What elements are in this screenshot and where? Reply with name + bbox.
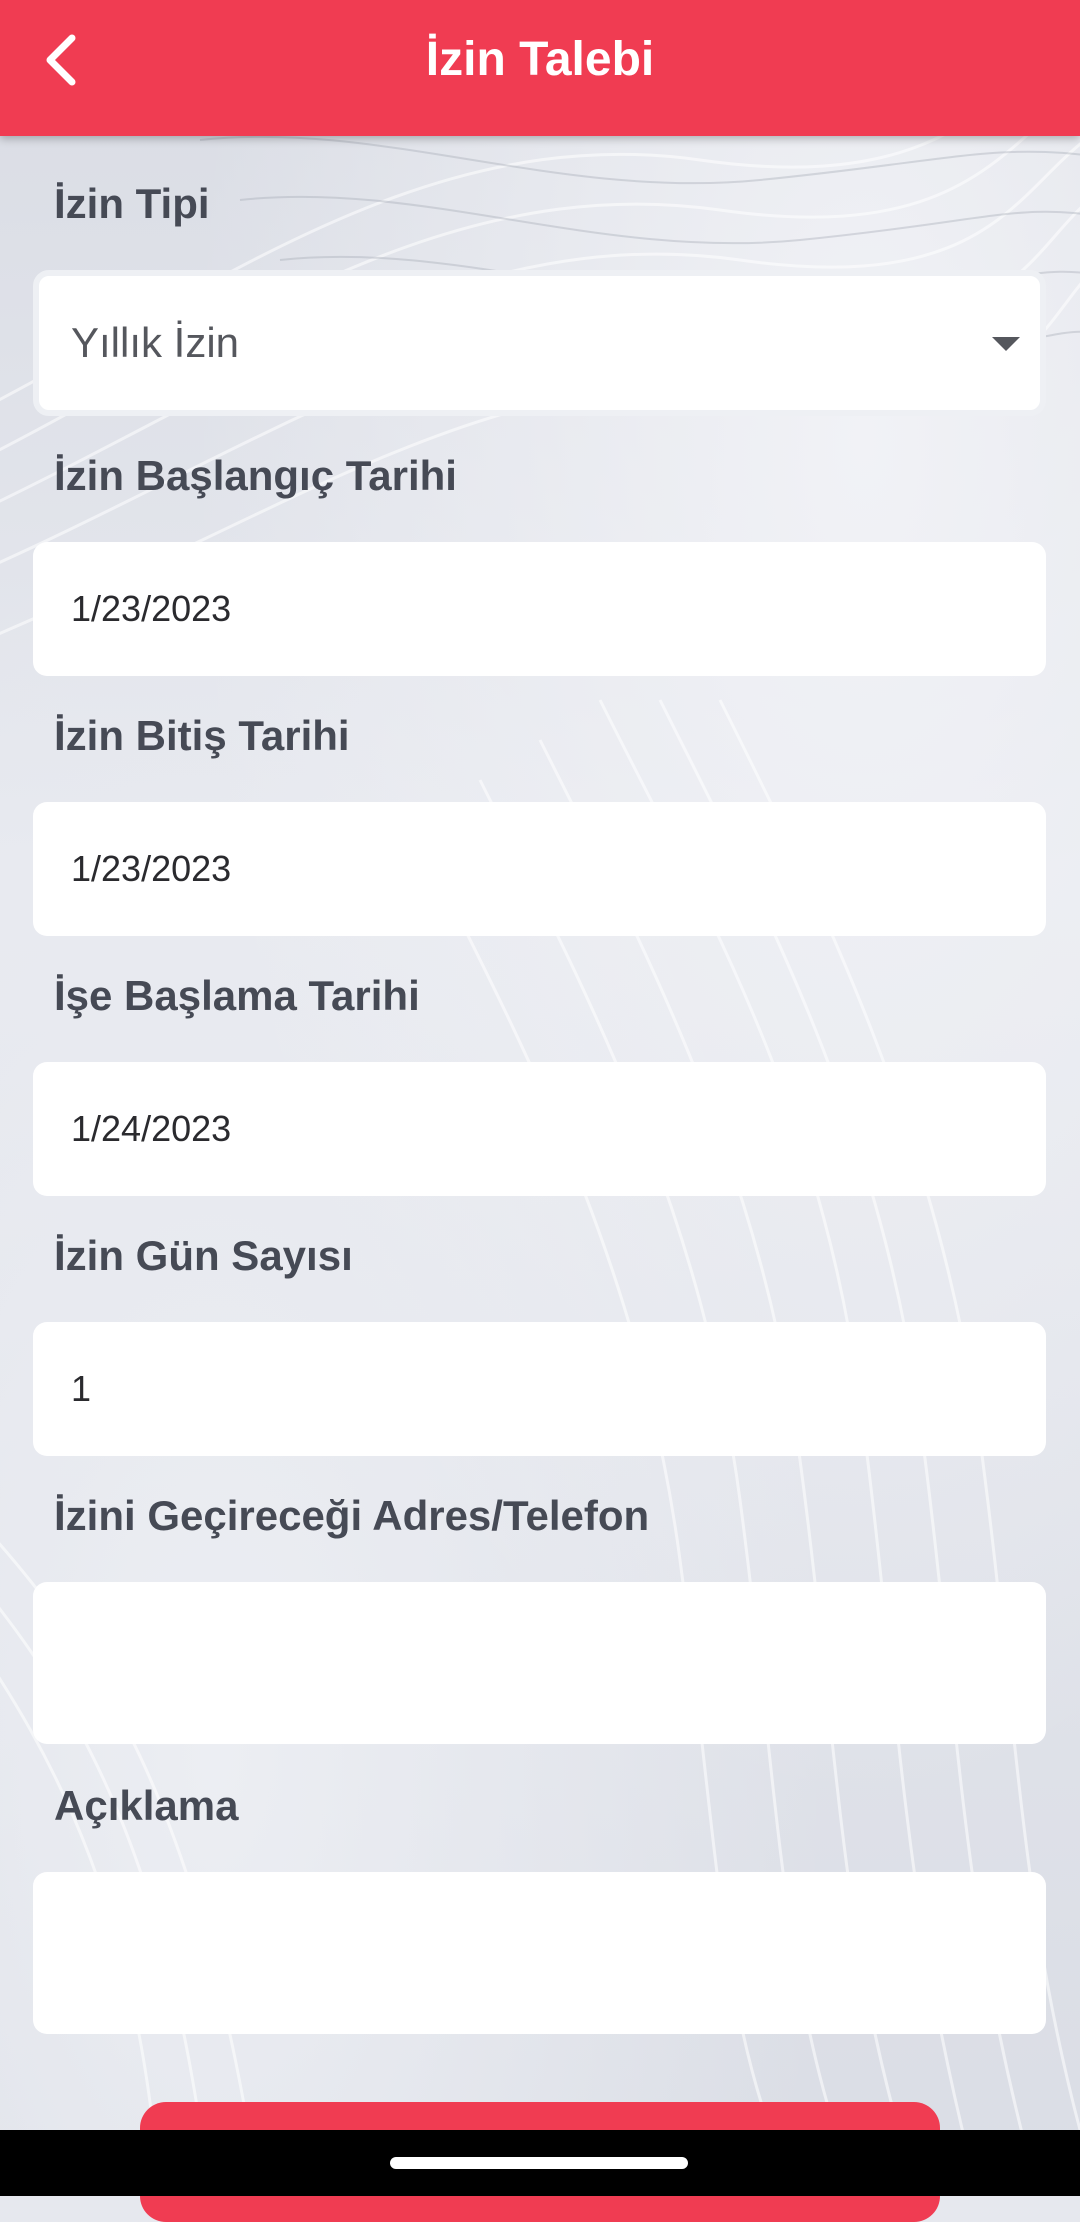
description-label: Açıklama (54, 1782, 239, 1829)
app-bar: İzin Talebi (0, 0, 1080, 136)
day-count-label: İzin Gün Sayısı (54, 1232, 353, 1279)
end-date-value: 1/23/2023 (71, 848, 232, 889)
leave-type-label: İzin Tipi (54, 180, 210, 227)
start-date-value: 1/23/2023 (71, 588, 232, 629)
caret-down-icon (992, 337, 1020, 351)
leave-type-value: Yıllık İzin (71, 319, 240, 366)
page-title: İzin Talebi (425, 33, 655, 86)
address-phone-field[interactable] (33, 1582, 1046, 1744)
start-date-field[interactable]: 1/23/2023 (33, 542, 1046, 676)
address-phone-label: İzini Geçireceği Adres/Telefon (54, 1492, 650, 1539)
description-field[interactable] (33, 1872, 1046, 2034)
day-count-value: 1 (71, 1368, 92, 1409)
system-nav-bar (0, 2130, 1080, 2196)
return-date-value: 1/24/2023 (71, 1108, 232, 1149)
return-date-label: İşe Başlama Tarihi (54, 972, 420, 1019)
end-date-label: İzin Bitiş Tarihi (54, 712, 350, 759)
return-date-field[interactable]: 1/24/2023 (33, 1062, 1046, 1196)
day-count-field[interactable]: 1 (33, 1322, 1046, 1456)
start-date-label: İzin Başlangıç Tarihi (54, 452, 457, 499)
leave-type-select[interactable]: Yıllık İzin (33, 270, 1046, 416)
end-date-field[interactable]: 1/23/2023 (33, 802, 1046, 936)
home-indicator[interactable] (390, 2157, 688, 2169)
